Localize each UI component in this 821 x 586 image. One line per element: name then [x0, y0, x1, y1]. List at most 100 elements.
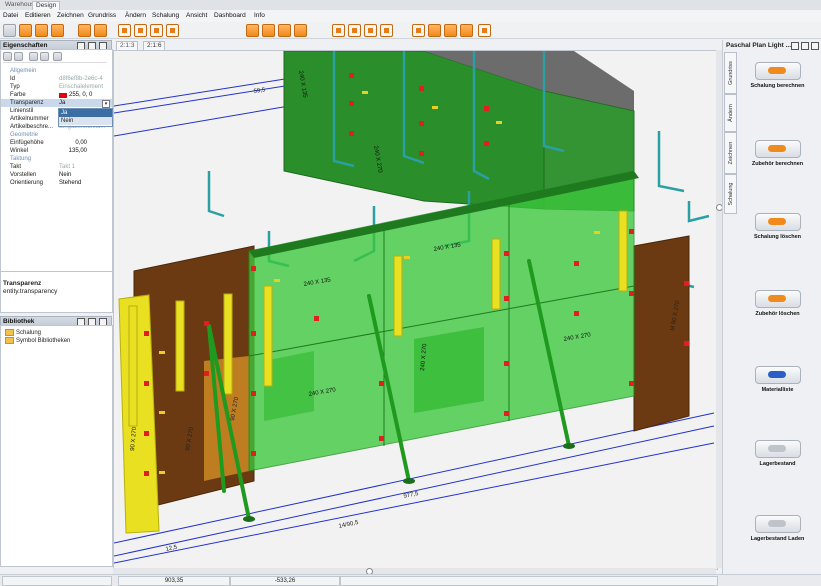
menu-datei[interactable]: Datei	[3, 12, 18, 19]
pin-icon[interactable]	[801, 42, 809, 50]
dropdown-option-nein[interactable]: Nein	[59, 117, 112, 125]
color-swatch	[59, 93, 67, 98]
folder-icon	[5, 329, 14, 336]
dimension-label-total: 14/90,5	[338, 520, 359, 530]
zoom-window-icon[interactable]	[294, 24, 307, 37]
dropdown-option-ja[interactable]: Ja	[59, 109, 112, 117]
vtab-zeichnen[interactable]: Zeichnen	[724, 132, 737, 174]
prop-row-typ[interactable]: Typ Einschalelement	[1, 83, 112, 91]
action-schalung-berechnen[interactable]: Schalung berechnen	[745, 62, 810, 89]
float-icon[interactable]	[791, 42, 799, 50]
open-folder-icon[interactable]	[19, 24, 32, 37]
formwork-3d-scene[interactable]: 59,5 977,5 14/90,5 12,5 240 X 135 M 90 X…	[114, 51, 717, 569]
vtab-schalung[interactable]: Schalung	[724, 174, 737, 214]
vtab-grundriss[interactable]: Grundriss	[724, 52, 737, 94]
layer-icon[interactable]	[412, 24, 425, 37]
menu-editieren[interactable]: Editieren	[25, 12, 51, 19]
menu-grundriss[interactable]: Grundriss	[88, 12, 116, 19]
collapse-icon[interactable]	[40, 52, 49, 61]
prop-row-takt[interactable]: Takt Takt 1	[1, 163, 112, 171]
select-icon[interactable]	[118, 24, 131, 37]
properties-panel: Allgemein Id d8f6ef8b-2e6c-4 Typ Einschale…	[0, 49, 113, 273]
calculate-icon[interactable]	[754, 140, 801, 158]
action-zubehoer-loeschen[interactable]: Zubehör löschen	[745, 290, 810, 317]
library-item-schalung[interactable]: Schalung	[5, 329, 41, 336]
save-icon[interactable]	[35, 24, 48, 37]
delete-icon[interactable]	[754, 290, 801, 308]
menu-aendern[interactable]: Ändern	[125, 12, 146, 19]
prop-row-winkel[interactable]: Winkel 135,00	[1, 147, 112, 155]
description-text: entity.transparency	[3, 288, 58, 295]
prop-row-id[interactable]: Id d8f6ef8b-2e6c-4	[1, 75, 112, 83]
zoom-fit-icon[interactable]	[278, 24, 291, 37]
library-panel: Schalung Symbol Bibliotheken	[0, 325, 113, 567]
action-lagerbestand-laden[interactable]: Lagerbestand Laden	[745, 515, 810, 542]
sort-alpha-icon[interactable]	[14, 52, 23, 61]
prop-row-transparenz[interactable]: Transparenz Ja ▾	[1, 99, 112, 108]
wall-icon[interactable]	[134, 24, 147, 37]
menu-zeichnen[interactable]: Zeichnen	[57, 12, 84, 19]
measure-icon[interactable]	[478, 24, 491, 37]
view-tab-2-1-6[interactable]: 2:1:6	[143, 41, 166, 50]
view-tab-bar: 2:1:3 2:1:6	[113, 40, 722, 51]
close-icon[interactable]	[811, 42, 819, 50]
status-bar: 903,35 -533,26	[0, 574, 821, 586]
sort-category-icon[interactable]	[3, 52, 12, 61]
action-lagerbestand[interactable]: Lagerbestand	[745, 440, 810, 467]
tab-design[interactable]: Design	[32, 1, 61, 10]
zoom-out-icon[interactable]	[262, 24, 275, 37]
dimension-label-top: 59,5	[253, 87, 266, 95]
dimension-label-length: 977,5	[403, 491, 420, 500]
export-icon[interactable]	[51, 24, 64, 37]
expand-icon[interactable]	[29, 52, 38, 61]
transparency-dropdown-list[interactable]: Ja Nein	[58, 108, 113, 127]
properties-toolbar	[3, 52, 107, 63]
3d-viewport[interactable]: 59,5 977,5 14/90,5 12,5 240 X 135 M 90 X…	[113, 50, 718, 570]
corner-icon[interactable]	[166, 24, 179, 37]
menu-info[interactable]: Info	[254, 12, 265, 19]
folder-icon	[5, 337, 14, 344]
action-zubehoer-berechnen[interactable]: Zubehör berechnen	[745, 140, 810, 167]
view-3d-icon[interactable]	[380, 24, 393, 37]
menu-schalung[interactable]: Schalung	[152, 12, 179, 19]
menu-ansicht[interactable]: Ansicht	[186, 12, 207, 19]
calculate-icon[interactable]	[754, 62, 801, 80]
main-toolbar	[0, 22, 821, 39]
prop-row-farbe[interactable]: Farbe 255, 0, 0	[1, 91, 112, 99]
prop-row-orientierung[interactable]: Orientierung Stehend	[1, 179, 112, 187]
vtab-aendern[interactable]: Ändern	[724, 94, 737, 132]
wireframe-icon[interactable]	[460, 24, 473, 37]
prop-row-einfuegehoehe[interactable]: Einfügehöhe 0,00	[1, 139, 112, 147]
list-icon[interactable]	[754, 366, 801, 384]
new-file-icon[interactable]	[3, 24, 16, 37]
plugin-panel-title: Paschal Plan Light ...	[726, 42, 792, 49]
view-top-icon[interactable]	[332, 24, 345, 37]
section-allgemein: Allgemein	[10, 68, 37, 74]
description-panel: Transparenz entity.transparency	[0, 271, 113, 313]
view-side-icon[interactable]	[364, 24, 377, 37]
panel-icon[interactable]	[150, 24, 163, 37]
brown-panel-right[interactable]	[633, 235, 690, 432]
undo-icon[interactable]	[78, 24, 91, 37]
view-front-icon[interactable]	[348, 24, 361, 37]
redo-icon[interactable]	[94, 24, 107, 37]
plugin-vertical-tabs: Grundriss Ändern Zeichnen Schalung	[724, 52, 737, 214]
library-title: Bibliothek	[3, 318, 35, 325]
dimension-label-small: 12,5	[165, 545, 178, 553]
window-tab-bar: Warehouse Design	[0, 0, 821, 10]
zoom-in-icon[interactable]	[246, 24, 259, 37]
section-taktung: Taktung	[10, 156, 32, 162]
action-materialliste[interactable]: Materialliste	[745, 366, 810, 393]
render-icon[interactable]	[428, 24, 441, 37]
section-geometrie: Geometrie	[10, 132, 39, 138]
delete-icon[interactable]	[754, 213, 801, 231]
properties-title: Eigenschaften	[3, 42, 48, 49]
load-icon[interactable]	[754, 515, 801, 533]
warehouse-icon[interactable]	[754, 440, 801, 458]
action-schalung-loeschen[interactable]: Schalung löschen	[745, 213, 810, 240]
prop-row-vorstellen[interactable]: Vorstellen Nein	[1, 171, 112, 179]
library-item-symbol-bibliotheken[interactable]: Symbol Bibliotheken	[5, 337, 70, 344]
shade-icon[interactable]	[444, 24, 457, 37]
menu-dashboard[interactable]: Dashboard	[214, 12, 246, 19]
filter-icon[interactable]	[53, 52, 62, 61]
